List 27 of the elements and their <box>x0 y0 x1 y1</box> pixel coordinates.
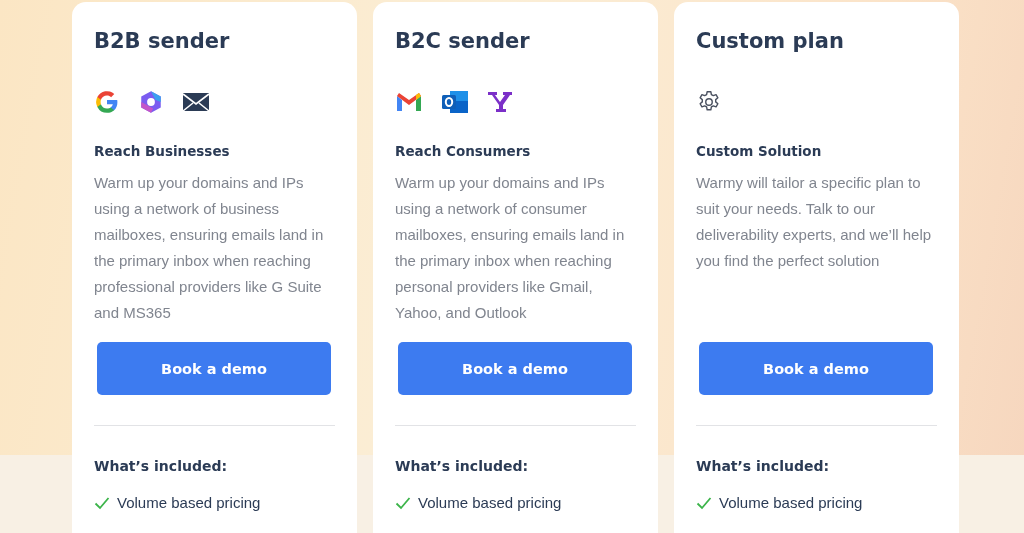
plan-subtitle: Reach Consumers <box>395 142 532 160</box>
y-letter-icon <box>487 90 513 114</box>
feature-text: Volume based pricing <box>719 494 863 511</box>
plan-title: B2B sender <box>94 28 231 54</box>
hexagon-ring-icon <box>138 89 164 115</box>
feature-text: Volume based pricing <box>418 494 562 511</box>
plan-description: Warm up your domains and IPs using a network of consumer mailboxes, ensuring emails land in the primary inbox when reaching personal providers like Gmail, Yahoo, and Outlook <box>395 173 626 323</box>
o-envelope-icon <box>441 89 469 115</box>
feature-text: Volume based pricing <box>117 494 261 511</box>
included-heading: What’s included: <box>395 458 530 474</box>
checkmark-icon <box>94 495 110 510</box>
book-demo-button[interactable]: Book a demo <box>398 342 632 395</box>
g-letter-icon <box>94 89 120 115</box>
plan-subtitle: Custom Solution <box>696 142 823 160</box>
included-heading: What’s included: <box>696 458 831 474</box>
plan-title: Custom plan <box>696 28 845 54</box>
plan-description: Warm up your domains and IPs using a network of business mailboxes, ensuring emails land in the primary inbox when reaching professional providers like G Suite and MS365 <box>94 173 325 323</box>
checkmark-icon <box>395 495 411 510</box>
book-demo-button[interactable]: Book a demo <box>97 342 331 395</box>
plan-description: Warmy will tailor a specific plan to suit your needs. Talk to our deliverability experts, and we’ll help you find the perfect solution <box>696 173 933 271</box>
plan-subtitle: Reach Businesses <box>94 142 231 160</box>
m-envelope-icon <box>395 91 423 113</box>
checkmark-icon <box>696 495 712 510</box>
envelope-icon <box>182 91 210 113</box>
plan-title: B2C sender <box>395 28 531 54</box>
included-heading: What’s included: <box>94 458 229 474</box>
book-demo-button[interactable]: Book a demo <box>699 342 933 395</box>
